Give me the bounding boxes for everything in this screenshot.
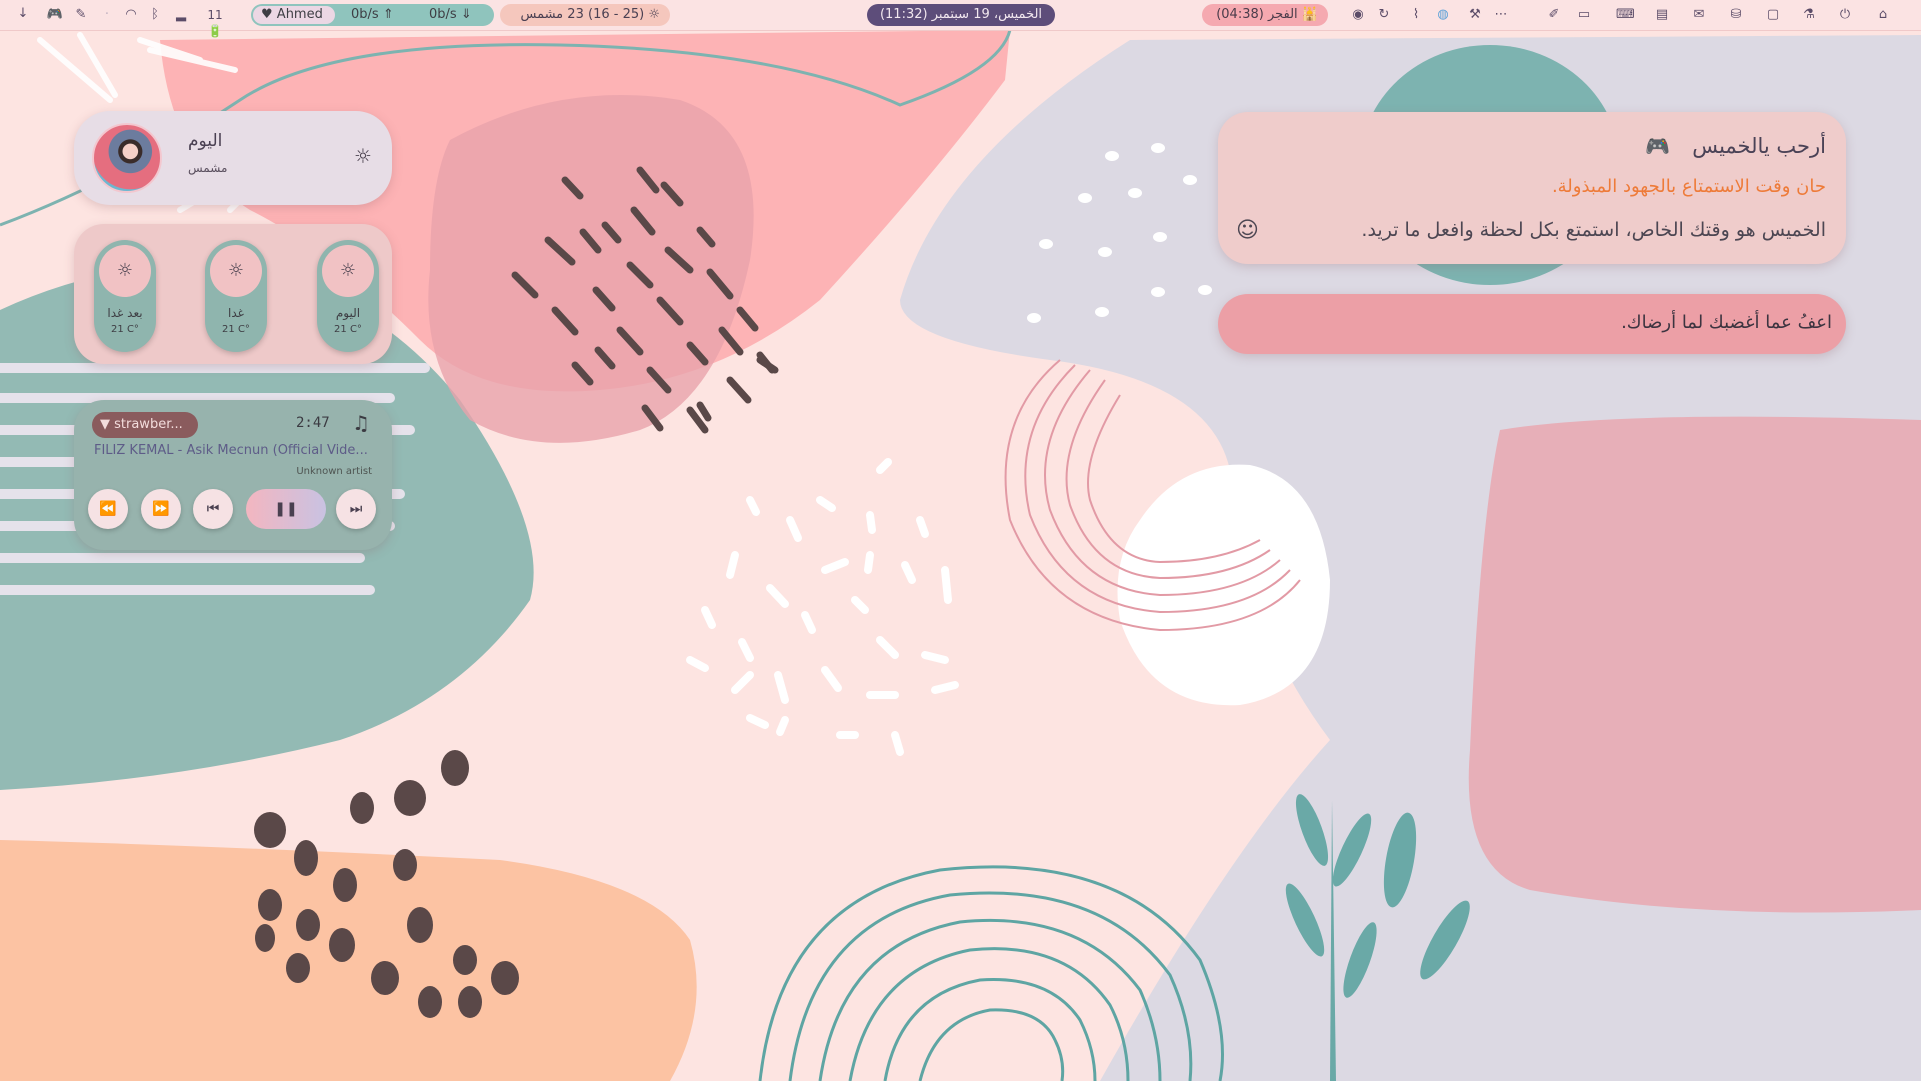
welcome-line-1: حان وقت الاستمتاع بالجهود المبذولة. [1551, 176, 1826, 197]
bluetooth-icon[interactable]: ᛒ [146, 7, 164, 23]
network-widget[interactable]: ♥ Ahmed 0b/s ⇑ 0b/s ⇓ [251, 4, 494, 26]
track-title: FILIZ KEMAL - Asik Mecnun (Official Vide… [94, 443, 368, 458]
avatar[interactable] [92, 123, 162, 193]
weather-pill[interactable]: ☼ (25 - 16) 23 مشمس [500, 4, 670, 26]
weather-text: (25 - 16) 23 مشمس [520, 7, 645, 22]
profile-subtitle: مشمس [188, 161, 228, 175]
gamepad-icon: 🎮 [1645, 134, 1670, 158]
prayer-pill[interactable]: 🕌 الفجر (04:38) [1202, 4, 1328, 26]
pen-icon[interactable]: ✐ [1545, 7, 1563, 23]
welcome-line-2: الخميس هو وقتك الخاص، استمتع بكل لحظة وا… [1361, 219, 1826, 241]
signal-icon[interactable]: ▂ [172, 7, 190, 23]
app-icon[interactable]: ◍ [1434, 7, 1452, 23]
forecast-day[interactable]: ☼ بعد غدا 21 C° [94, 240, 156, 352]
clock-text: الخميس، 19 سبتمبر (11:32) [879, 7, 1043, 22]
battery-indicator[interactable]: 11🔋 [200, 7, 230, 38]
wifi-icon[interactable]: ◠ [122, 7, 140, 23]
document-icon[interactable]: ▭ [1575, 7, 1593, 23]
gamepad-icon[interactable]: 🎮 [46, 7, 64, 23]
smile-icon: ☺ [1236, 218, 1259, 243]
refresh-icon[interactable]: ↻ [1375, 7, 1393, 23]
chat-icon[interactable]: ✉ [1690, 7, 1708, 23]
eyedropper-icon[interactable]: ✎ [72, 7, 90, 23]
user-name: Ahmed [276, 7, 323, 22]
folder-upload-icon[interactable]: ▤ [1653, 7, 1671, 23]
fast-forward-button[interactable]: ⏩ [141, 489, 181, 529]
clock-pill[interactable]: الخميس، 19 سبتمبر (11:32) [867, 4, 1055, 26]
user-pill[interactable]: ♥ Ahmed [253, 6, 335, 24]
previous-track-button[interactable]: ⏮ [193, 489, 233, 529]
folder-icon[interactable]: ▢ [1764, 7, 1782, 23]
quote-card: اعفُ عما أغضبك لما أرضاك. [1218, 294, 1846, 354]
clip-icon[interactable]: ⌇ [1407, 7, 1425, 23]
weather-forecast-widget: ☼ بعد غدا 21 C° ☼ غدا 21 C° ☼ اليوم 21 C… [74, 224, 392, 364]
profile-widget: اليوم مشمس ☼ [74, 111, 392, 205]
forecast-day-name: اليوم [335, 306, 361, 320]
forecast-day-name: بعد غدا [107, 306, 143, 320]
welcome-card: أرحب يالخميس 🎮 حان وقت الاستمتاع بالجهود… [1218, 112, 1846, 264]
music-player-widget: ▼ strawber... 2:47 ♫ FILIZ KEMAL - Asik … [74, 400, 392, 550]
profile-title: اليوم [188, 131, 223, 151]
heart-icon: ♥ [261, 7, 273, 22]
forecast-day-temp: 21 C° [334, 324, 362, 335]
net-upload: 0b/s ⇓ [429, 7, 472, 22]
forecast-day-temp: 21 C° [111, 324, 139, 335]
sun-icon: ☼ [648, 7, 660, 22]
home-icon[interactable]: ⌂ [1874, 7, 1892, 23]
sun-icon: ☼ [354, 144, 372, 168]
welcome-title: أرحب يالخميس [1692, 134, 1826, 158]
sun-icon: ☼ [210, 245, 262, 297]
record-icon[interactable]: ◉ [1349, 7, 1367, 23]
tools-icon[interactable]: ⚒ [1466, 7, 1484, 23]
forecast-day[interactable]: ☼ اليوم 21 C° [317, 240, 379, 352]
forecast-day-name: غدا [228, 306, 244, 320]
rewind-icon: ⏪ [99, 501, 117, 517]
pause-icon: ❚❚ [274, 501, 298, 517]
fast-forward-icon: ⏩ [152, 501, 170, 517]
next-icon: ⏭ [349, 501, 363, 517]
track-artist: Unknown artist [296, 466, 372, 477]
quote-text: اعفُ عما أغضبك لما أرضاك. [1621, 312, 1832, 333]
prayer-text: الفجر (04:38) [1216, 7, 1298, 22]
mosque-icon: 🕌 [1301, 7, 1318, 22]
forecast-day-temp: 21 C° [222, 324, 250, 335]
player-source-dropdown[interactable]: ▼ strawber... [92, 412, 198, 438]
rewind-button[interactable]: ⏪ [88, 489, 128, 529]
forecast-day[interactable]: ☼ غدا 21 C° [205, 240, 267, 352]
flask-icon[interactable]: ⚗ [1800, 7, 1818, 23]
sun-icon: ☼ [99, 245, 151, 297]
next-track-button[interactable]: ⏭ [336, 489, 376, 529]
music-note-icon: ♫ [352, 411, 370, 435]
previous-icon: ⏮ [206, 501, 220, 517]
sun-icon: ☼ [322, 245, 374, 297]
dots-icon[interactable]: ⋯ [1492, 7, 1510, 23]
track-time: 2:47 [296, 415, 330, 431]
power-icon[interactable]: ⏻ [1836, 7, 1854, 23]
blank-icon: · [104, 7, 110, 22]
pause-button[interactable]: ❚❚ [246, 489, 326, 529]
download-icon[interactable]: ↓ [14, 6, 32, 22]
top-panel: ↓ 🎮 ✎ · ◠ ᛒ ▂ 11🔋 ♥ Ahmed 0b/s ⇑ 0b/s ⇓ … [0, 0, 1921, 38]
database-icon[interactable]: ⛁ [1727, 7, 1745, 23]
keyboard-icon[interactable]: ⌨ [1616, 7, 1635, 23]
net-download: 0b/s ⇑ [351, 7, 394, 22]
